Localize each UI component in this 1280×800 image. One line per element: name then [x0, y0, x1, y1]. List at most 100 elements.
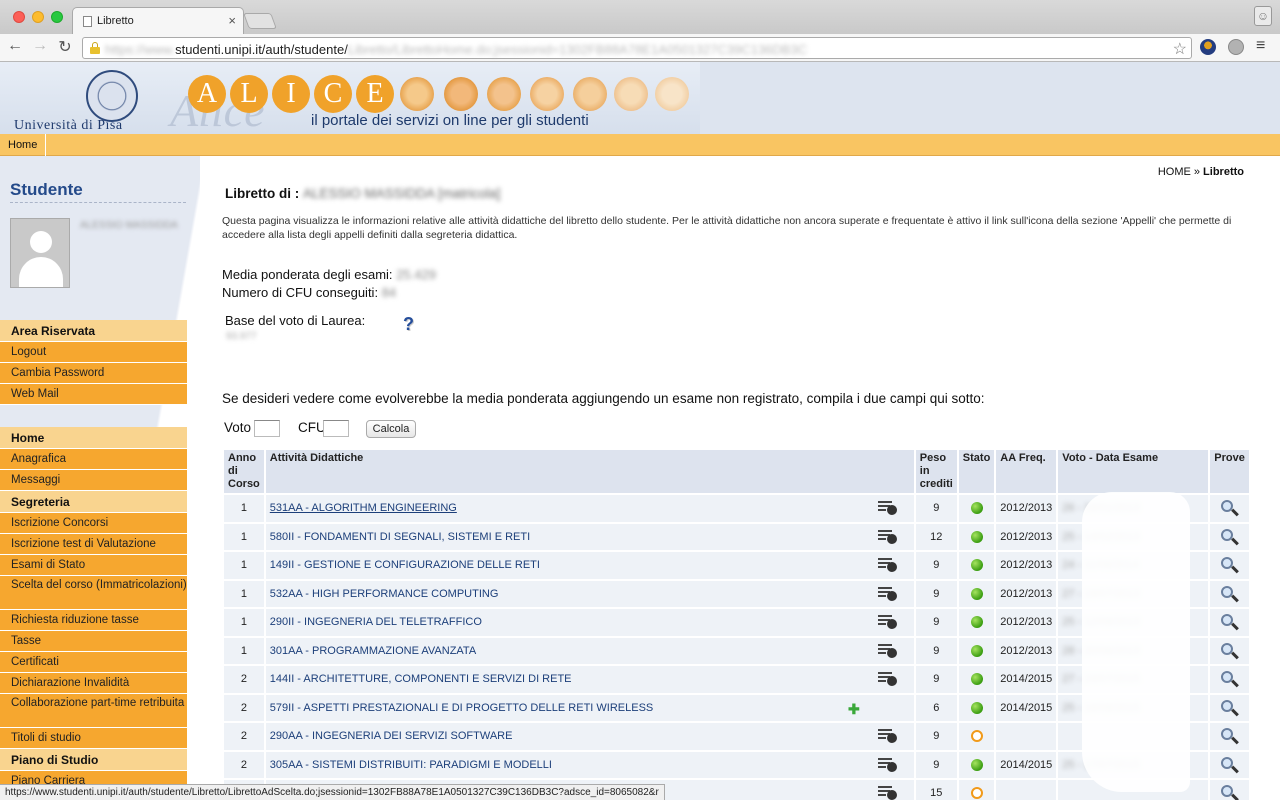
cell-stato — [958, 609, 995, 636]
sidebar-item-certificati[interactable]: Certificati — [0, 652, 187, 673]
magnifier-icon[interactable] — [1220, 699, 1240, 717]
course-link[interactable]: 144II - ARCHITETTURE, COMPONENTI E SERVI… — [270, 673, 572, 685]
breadcrumb-current: Libretto — [1203, 166, 1244, 178]
voto-input[interactable] — [254, 420, 280, 437]
breadcrumb-home-link[interactable]: HOME — [1158, 166, 1191, 178]
col-header-anno: Anno di Corso — [224, 450, 264, 493]
cell-stato — [958, 495, 995, 522]
course-link[interactable]: 301AA - PROGRAMMAZIONE AVANZATA — [270, 645, 476, 657]
cell-aa-freq: 2012/2013 — [996, 609, 1057, 636]
course-link[interactable]: 579II - ASPETTI PRESTAZIONALI E DI PROGE… — [270, 702, 653, 714]
sidebar-item-web-mail[interactable]: Web Mail — [0, 384, 187, 405]
sidebar-item-messaggi[interactable]: Messaggi — [0, 470, 187, 491]
page-title: Libretto di : ALESSIO MASSIDDA [matricol… — [225, 186, 500, 201]
alice-logo-letter: E — [356, 75, 394, 113]
cell-attivita: 149II - GESTIONE E CONFIGURAZIONE DELLE … — [265, 552, 914, 579]
appelli-list-icon[interactable] — [877, 615, 897, 629]
new-tab-button[interactable] — [243, 13, 277, 29]
cell-anno: 2 — [224, 723, 264, 750]
sidebar-heading-piano-di-studio[interactable]: Piano di Studio — [0, 749, 187, 771]
reload-icon[interactable]: ↻ — [55, 37, 75, 57]
extension-icon[interactable] — [1228, 39, 1244, 55]
cell-peso: 9 — [915, 552, 957, 579]
plus-icon[interactable]: ✚ — [848, 701, 860, 718]
course-link[interactable]: 532AA - HIGH PERFORMANCE COMPUTING — [270, 588, 499, 600]
stato-passed-icon — [970, 673, 983, 686]
cell-stato — [958, 751, 995, 778]
university-name: Università di Pisa — [14, 118, 123, 133]
magnifier-icon[interactable] — [1220, 613, 1240, 631]
sidebar-heading-home[interactable]: Home — [0, 427, 187, 449]
appelli-list-icon[interactable] — [877, 672, 897, 686]
course-link[interactable]: 531AA - ALGORITHM ENGINEERING — [270, 502, 457, 514]
sidebar-item-anagrafica[interactable]: Anagrafica — [0, 449, 187, 470]
extension-icon[interactable] — [1200, 39, 1216, 55]
course-link[interactable]: 580II - FONDAMENTI DI SEGNALI, SISTEMI E… — [270, 531, 530, 543]
tab-title: Libretto — [97, 15, 134, 27]
top-menu-bar: Home — [0, 134, 1280, 156]
breadcrumb: HOME » Libretto — [1158, 166, 1244, 178]
sidebar-heading-segreteria[interactable]: Segreteria — [0, 491, 187, 513]
appelli-list-icon[interactable] — [877, 729, 897, 743]
cfu-value: 84 — [381, 285, 397, 300]
help-question-icon[interactable]: ? — [403, 314, 425, 338]
col-header-prove: Prove — [1210, 450, 1249, 493]
sidebar-item-titoli-di-studio[interactable]: Titoli di studio — [0, 728, 187, 749]
appelli-list-icon[interactable] — [877, 501, 897, 515]
maximize-window-button[interactable] — [51, 11, 63, 23]
bookmark-star-icon[interactable]: ☆ — [1173, 39, 1187, 59]
sidebar-item-riduzione-tasse[interactable]: Richiesta riduzione tasse — [0, 610, 187, 631]
cell-prove — [1210, 637, 1249, 664]
course-link[interactable]: 290AA - INGEGNERIA DEI SERVIZI SOFTWARE — [270, 730, 513, 742]
magnifier-icon[interactable] — [1220, 670, 1240, 688]
course-link[interactable]: 290II - INGEGNERIA DEL TELETRAFFICO — [270, 616, 482, 628]
sidebar-item-esami-di-stato[interactable]: Esami di Stato — [0, 555, 187, 576]
sidebar-title: Studente — [10, 180, 83, 199]
cell-peso: 12 — [915, 523, 957, 550]
sidebar-item-iscrizione-test[interactable]: Iscrizione test di Valutazione — [0, 534, 187, 555]
course-link[interactable]: 149II - GESTIONE E CONFIGURAZIONE DELLE … — [270, 559, 540, 571]
magnifier-icon[interactable] — [1220, 585, 1240, 603]
magnifier-icon[interactable] — [1220, 727, 1240, 745]
appelli-list-icon[interactable] — [877, 586, 897, 601]
menu-home-link[interactable]: Home — [0, 134, 47, 156]
appelli-list-icon[interactable] — [877, 757, 897, 772]
appelli-list-icon[interactable] — [877, 786, 897, 800]
calcola-button[interactable]: Calcola — [366, 420, 416, 438]
cfu-input[interactable] — [323, 420, 349, 437]
browser-tab[interactable]: Libretto × — [72, 7, 244, 34]
cell-attivita: 301AA - PROGRAMMAZIONE AVANZATA — [265, 637, 914, 664]
appelli-list-icon[interactable] — [877, 529, 897, 544]
sidebar-item-cambia-password[interactable]: Cambia Password — [0, 363, 187, 384]
sidebar-area-riservata: Area Riservata Logout Cambia Password We… — [0, 320, 187, 405]
sidebar: Studente ALESSIO MASSIDDA Area Riservata… — [0, 156, 200, 800]
sidebar-item-collaborazione[interactable]: Collaborazione part-time retribuita — [0, 694, 187, 728]
course-link[interactable]: 305AA - SISTEMI DISTRIBUITI: PARADIGMI E… — [270, 759, 552, 771]
sidebar-item-dichiarazione-invalidita[interactable]: Dichiarazione Invalidità — [0, 673, 187, 694]
magnifier-icon[interactable] — [1220, 556, 1240, 574]
magnifier-icon[interactable] — [1220, 756, 1240, 774]
stato-passed-icon — [970, 530, 983, 543]
close-window-button[interactable] — [13, 11, 25, 23]
magnifier-icon[interactable] — [1220, 642, 1240, 660]
close-tab-icon[interactable]: × — [228, 13, 236, 28]
sidebar-item-iscrizione-concorsi[interactable]: Iscrizione Concorsi — [0, 513, 187, 534]
cell-attivita: 290II - INGEGNERIA DEL TELETRAFFICO — [265, 609, 914, 636]
profile-icon[interactable]: ☺ — [1254, 6, 1272, 26]
minimize-window-button[interactable] — [32, 11, 44, 23]
col-header-voto: Voto - Data Esame — [1058, 450, 1209, 493]
magnifier-icon[interactable] — [1220, 499, 1240, 517]
magnifier-icon[interactable] — [1220, 784, 1240, 800]
hamburger-menu-icon[interactable]: ≡ — [1256, 37, 1265, 55]
appelli-list-icon[interactable] — [877, 643, 897, 658]
cell-prove — [1210, 780, 1249, 800]
sidebar-item-tasse[interactable]: Tasse — [0, 631, 187, 652]
sidebar-item-scelta-corso[interactable]: Scelta del corso (Immatricolazioni) — [0, 576, 187, 610]
address-bar[interactable]: https://www.studenti.unipi.it/auth/stude… — [82, 37, 1192, 59]
magnifier-icon[interactable] — [1220, 528, 1240, 546]
cell-anno: 2 — [224, 666, 264, 693]
sidebar-item-logout[interactable]: Logout — [0, 342, 187, 363]
back-arrow-icon[interactable]: ← — [5, 37, 25, 55]
appelli-list-icon[interactable] — [877, 558, 897, 572]
forward-arrow-icon[interactable]: → — [30, 37, 50, 55]
